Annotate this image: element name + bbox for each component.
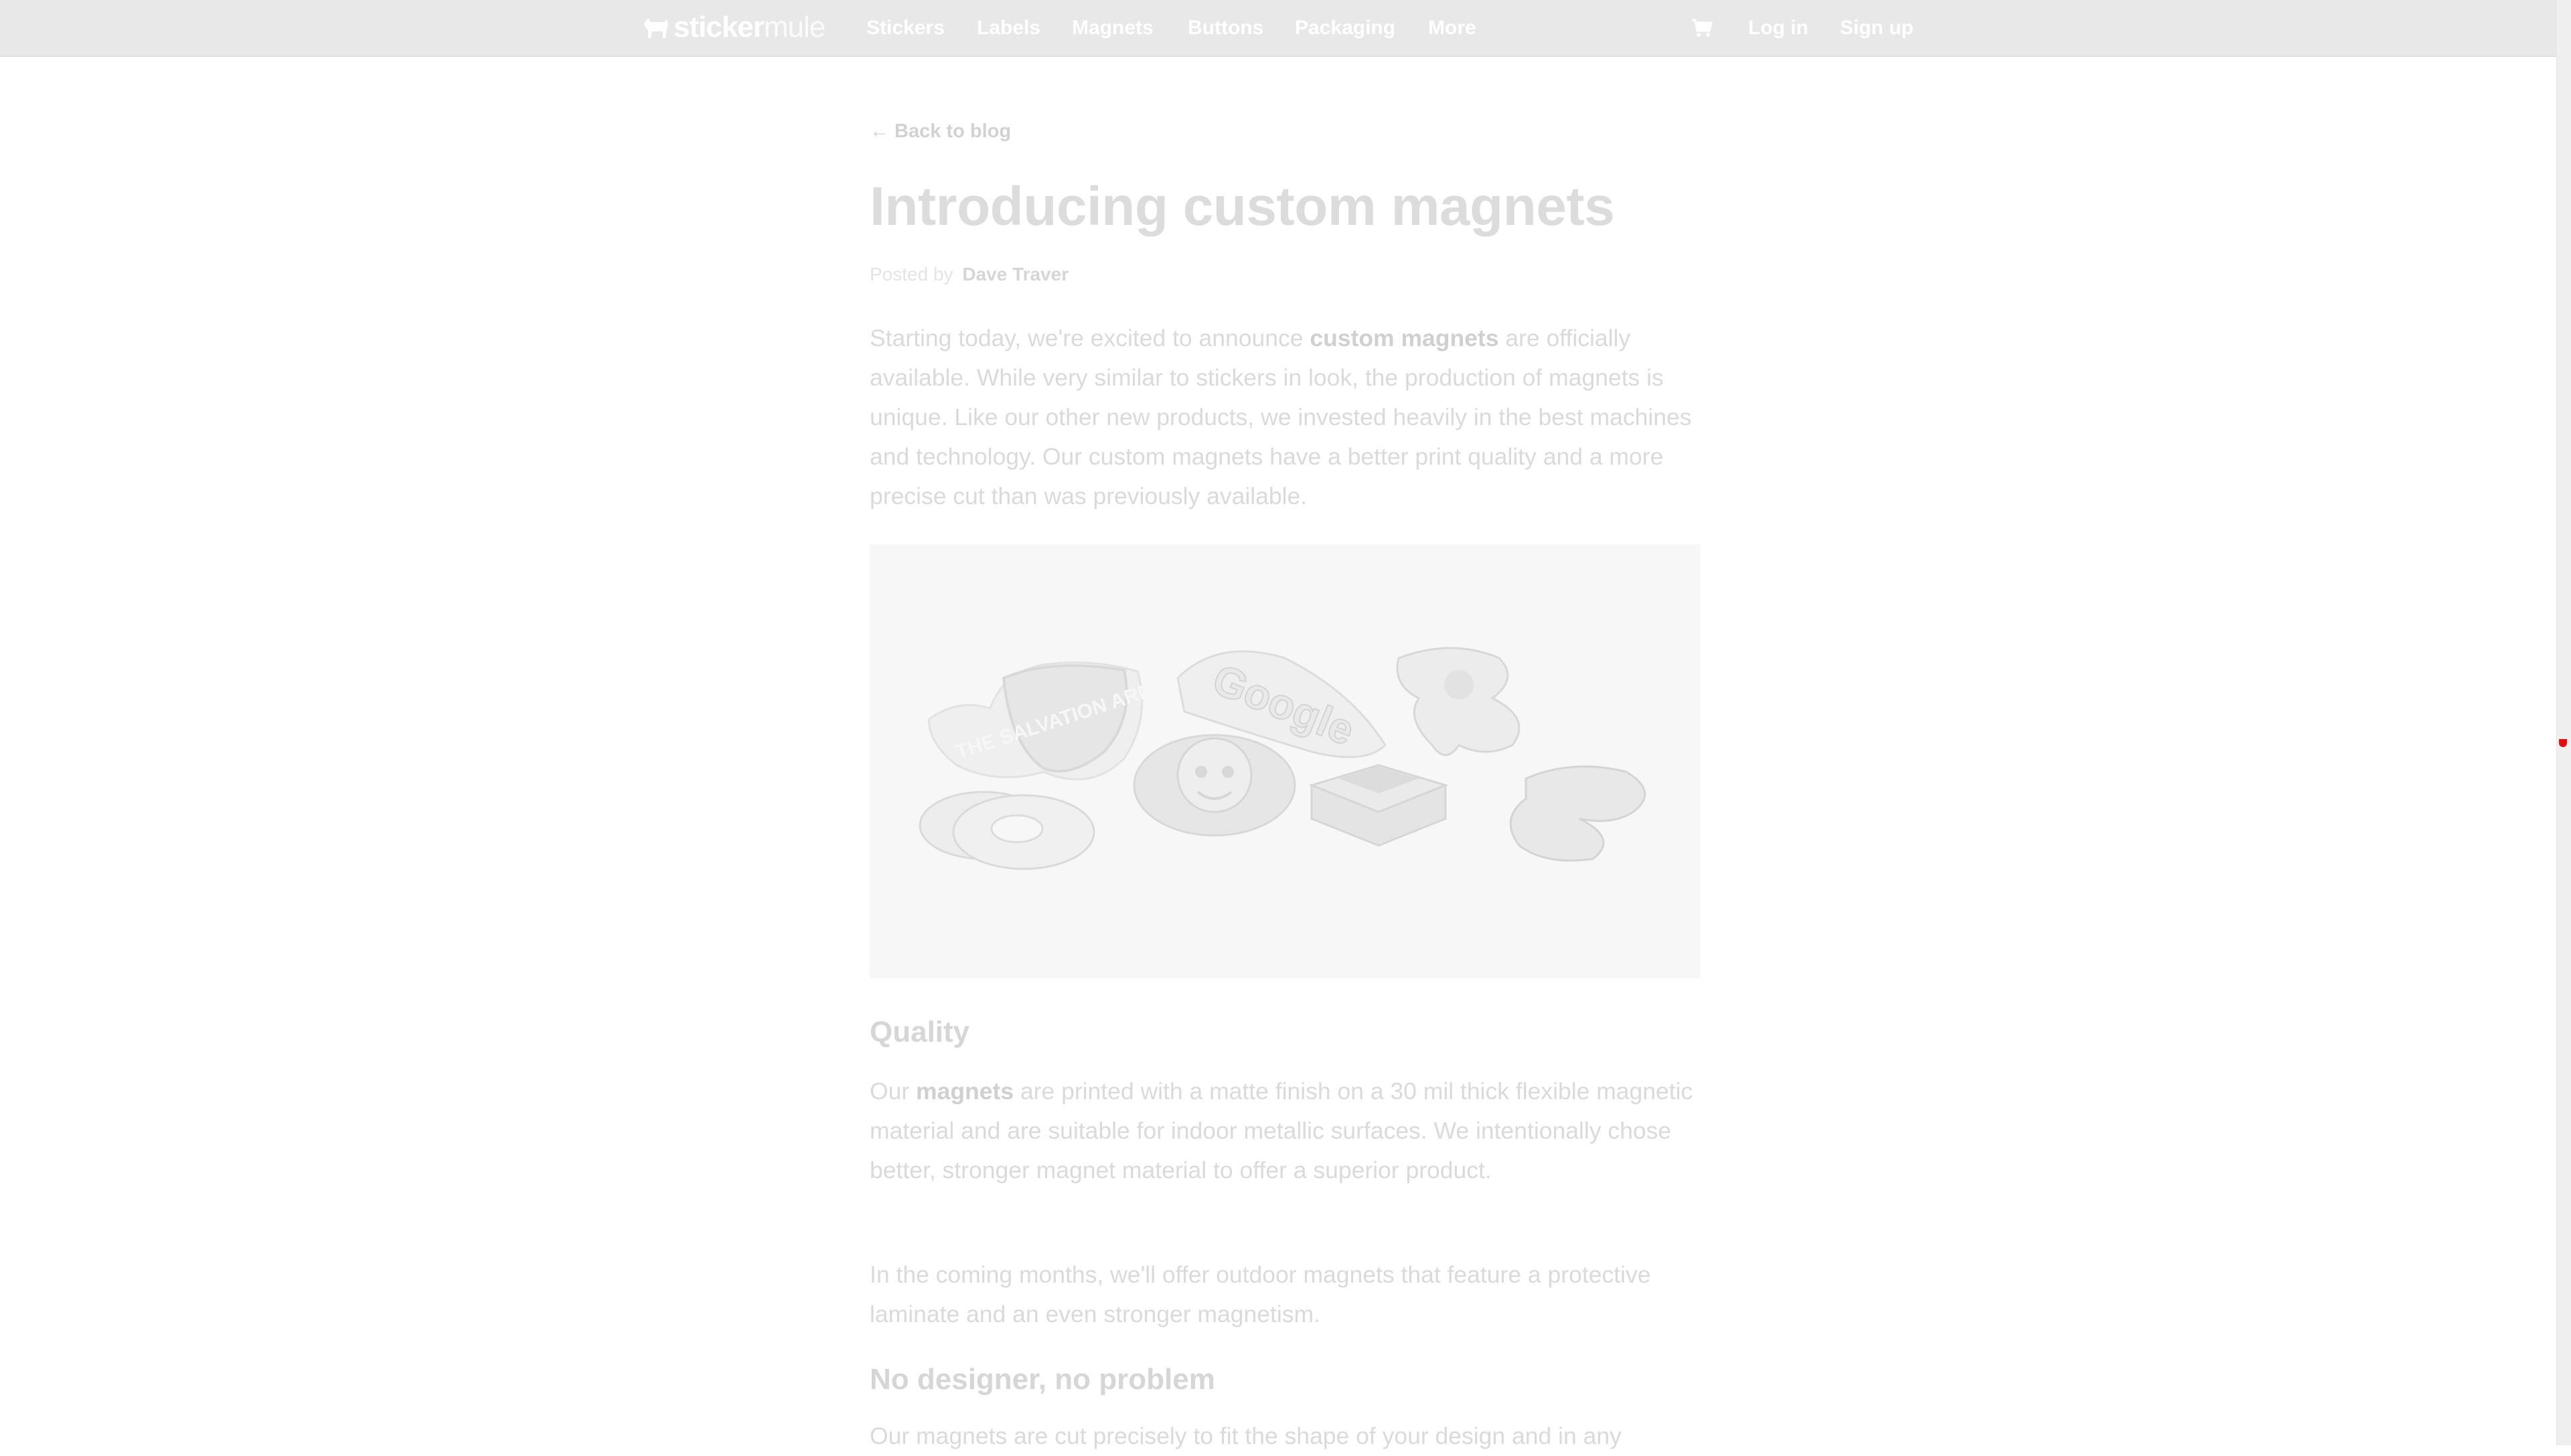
quality-paragraph-2: In the coming months, we'll offer outdoo…	[870, 1261, 1651, 1327]
intro-text-1: Starting today, we're excited to announc…	[870, 325, 1310, 351]
signup-link[interactable]: Sign up	[1840, 15, 1914, 42]
monkey-magnet	[1133, 734, 1296, 837]
page-scrollbar[interactable]	[2556, 0, 2571, 1445]
no-designer-heading: No designer, no problem	[870, 1363, 1215, 1396]
logo-text-sticker: sticker	[674, 11, 765, 44]
intro-text-2: are officially available. While very sim…	[870, 325, 1692, 509]
custom-magnets-link[interactable]: custom magnets	[1310, 325, 1498, 351]
nav-labels[interactable]: Labels	[977, 15, 1040, 42]
salvation-army-magnet: THE SALVATION ARMY	[927, 661, 1170, 781]
magnets-illustration: THE SALVATION ARMY Google	[919, 647, 1646, 870]
magnets-hero-image: THE SALVATION ARMY Google	[870, 544, 1701, 978]
nav-packaging[interactable]: Packaging	[1295, 15, 1395, 42]
nav-magnets[interactable]: Magnets	[1072, 15, 1154, 42]
nav-stickers[interactable]: Stickers	[866, 15, 945, 42]
article-title: Introducing custom magnets	[870, 176, 1615, 237]
cart-icon[interactable]	[1691, 18, 1713, 38]
donut-magnets	[919, 791, 1095, 870]
scroll-position-marker	[2559, 739, 2567, 747]
intro-paragraph: Starting today, we're excited to announc…	[870, 319, 1700, 516]
nav-buttons[interactable]: Buttons	[1188, 15, 1263, 42]
top-navigation-bar: sticker mule Stickers Labels Magnets Butt…	[0, 0, 2556, 57]
quality-heading: Quality	[870, 1016, 970, 1048]
author-link[interactable]: Dave Traver	[962, 264, 1069, 285]
quality-paragraph-1: Our magnets are printed with a matte fin…	[870, 1072, 1700, 1190]
logo-text-mule: mule	[763, 11, 826, 44]
magnets-link[interactable]: magnets	[916, 1078, 1014, 1105]
nav-more[interactable]: More	[1428, 15, 1476, 42]
dropbox-magnet	[1308, 764, 1449, 847]
posted-by-label: Posted by	[870, 264, 953, 285]
stickermule-logo[interactable]: sticker mule	[641, 9, 826, 46]
article-byline: Posted by Dave Traver	[870, 264, 1069, 285]
swirl-magnet	[1509, 765, 1646, 862]
character-magnet	[1396, 647, 1521, 756]
back-to-blog-link[interactable]: ← Back to blog	[870, 120, 1011, 143]
login-link[interactable]: Log in	[1748, 15, 1808, 42]
designer-paragraph: Our magnets are cut precisely to fit the…	[870, 1423, 1622, 1449]
quality-text-1: Our	[870, 1078, 917, 1105]
mule-icon	[644, 18, 668, 38]
